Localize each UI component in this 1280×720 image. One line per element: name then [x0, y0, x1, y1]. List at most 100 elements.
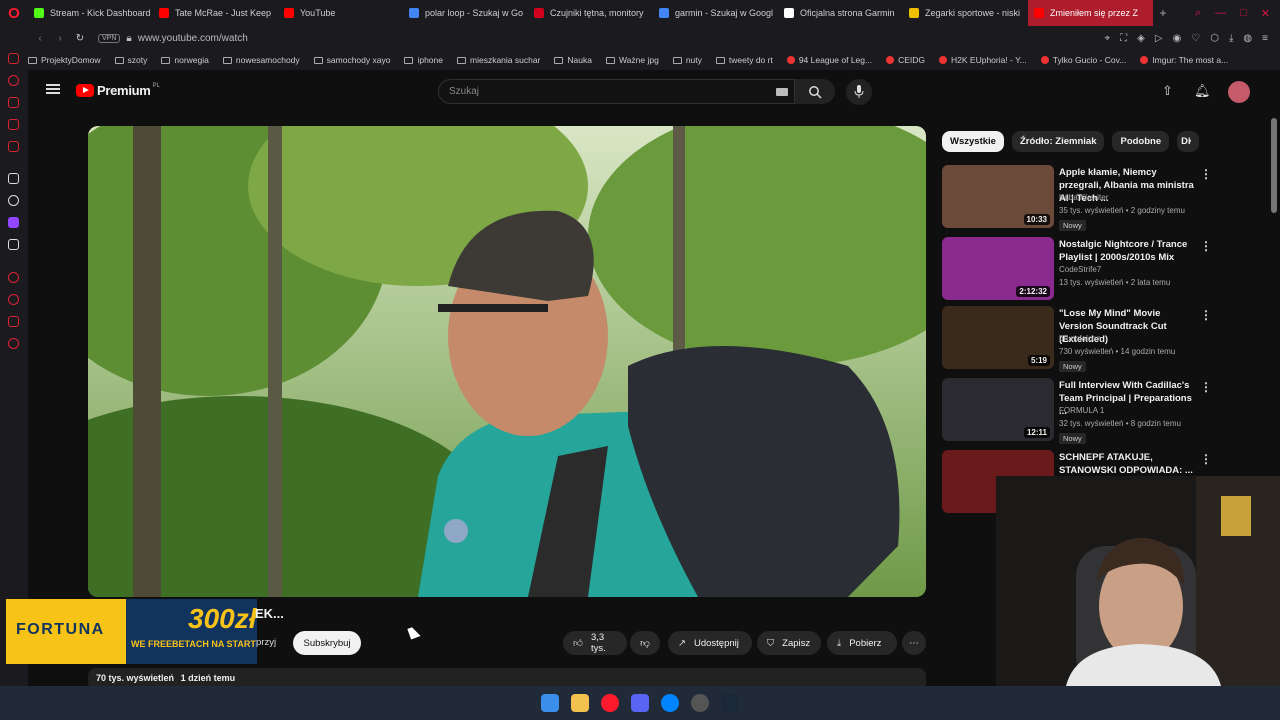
search-button[interactable] [795, 79, 835, 104]
sidebar-chat-icon[interactable] [8, 316, 19, 327]
menu-icon[interactable]: ≡ [1262, 33, 1268, 44]
chips-next-icon[interactable]: › [1188, 135, 1192, 147]
browser-tab[interactable]: Oficjalna strona Garmin [778, 0, 903, 26]
sidebar-chatgpt-icon[interactable] [8, 195, 19, 206]
bookmark-item[interactable]: Imgur: The most a... [1140, 55, 1228, 65]
youtube-logo[interactable]: Premium PL [76, 83, 160, 98]
bookmark-item[interactable]: norwegia [161, 55, 209, 65]
recommended-video[interactable]: 12:11 Full Interview With Cadillac's Team… [942, 378, 1212, 444]
account-avatar[interactable] [1228, 81, 1250, 103]
video-thumbnail[interactable]: 5:19 [942, 306, 1054, 369]
recommended-video[interactable]: 10:33 Apple kłamie, Niemcy przegrali, Alb… [942, 165, 1212, 231]
bookmark-item[interactable]: iphone [404, 55, 443, 65]
filter-chip[interactable]: Źródło: Ziemniak [1011, 131, 1105, 152]
file-explorer-icon[interactable] [571, 694, 589, 712]
sidebar-aria-icon[interactable] [8, 173, 19, 184]
camera-icon[interactable]: ◉ [1173, 33, 1182, 44]
bookmark-item[interactable]: 94 League of Leg... [786, 55, 872, 65]
bookmark-item[interactable]: tweety do rt [715, 55, 773, 65]
notifications-bell-icon[interactable]: 🔔︎ [1194, 83, 1211, 99]
browser-tab[interactable]: YouTube [278, 0, 403, 26]
browser-tab[interactable]: Zmieniłem się przez Z [1028, 0, 1153, 26]
browser-tab[interactable]: Czujniki tętna, monitory [528, 0, 653, 26]
keyboard-icon[interactable] [776, 88, 788, 96]
filter-chip[interactable]: Podobne [1112, 131, 1170, 152]
browser-tab[interactable]: polar loop - Szukaj w Go [403, 0, 528, 26]
more-options-icon[interactable]: ⋮ [1200, 452, 1212, 466]
bookmark-item[interactable]: H2K EUphoria! - Y... [939, 55, 1027, 65]
sidebar-x-icon[interactable] [8, 239, 19, 250]
bookmark-item[interactable]: nowesamochody [222, 55, 300, 65]
bookmark-item[interactable]: Ważne jpg [605, 55, 659, 65]
messenger-icon[interactable] [661, 694, 679, 712]
more-options-icon[interactable]: ⋮ [1200, 167, 1212, 181]
sidebar-twitch-icon[interactable] [8, 217, 19, 228]
bookmark-item[interactable]: Tylko Gucio - Cov... [1040, 55, 1126, 65]
more-options-icon[interactable]: ⋮ [1200, 239, 1212, 253]
recommended-video[interactable]: 5:19 "Lose My Mind" Movie Version Soundtr… [942, 306, 1212, 372]
page-scrollbar[interactable] [1271, 118, 1277, 213]
bookmark-item[interactable]: nuty [672, 55, 702, 65]
browser-tab[interactable]: Stream - Kick Dashboard [28, 0, 153, 26]
video-thumbnail[interactable]: 2:12:32 [942, 237, 1054, 300]
shield-icon[interactable]: ◈ [1137, 33, 1145, 44]
video-thumbnail[interactable]: 12:11 [942, 378, 1054, 441]
download-icon[interactable]: ⤓ [1229, 33, 1233, 44]
more-options-icon[interactable]: ⋮ [1200, 380, 1212, 394]
screenshot-icon[interactable]: ⛶ [1120, 33, 1127, 44]
new-tab-button[interactable]: + [1153, 6, 1173, 20]
share-button[interactable]: ↗ Udostępnij [668, 631, 752, 655]
more-options-icon[interactable]: ⋮ [1200, 308, 1212, 322]
sidebar-clock-icon[interactable] [8, 294, 19, 305]
start-icon[interactable] [541, 694, 559, 712]
browser-tab[interactable]: Tate McRae - Just Keep [153, 0, 278, 26]
player-icon[interactable]: ▷ [1155, 33, 1163, 44]
guide-menu-icon[interactable] [46, 84, 60, 94]
obs-icon[interactable] [691, 694, 709, 712]
profile-icon[interactable]: ◍ [1243, 33, 1252, 44]
dislike-button[interactable]: 👎︎ [630, 631, 660, 655]
voice-search-button[interactable] [846, 79, 872, 105]
forward-button[interactable]: › [52, 33, 68, 44]
like-button[interactable]: 👍︎ 3,3 tys. [563, 631, 627, 655]
extensions-icon[interactable]: ⬡ [1210, 33, 1219, 44]
steam-icon[interactable] [721, 694, 739, 712]
sidebar-mail-icon[interactable] [8, 141, 19, 152]
search-input[interactable]: Szukaj [438, 79, 795, 104]
sidebar-settings-icon[interactable] [8, 338, 19, 349]
reload-button[interactable]: ↻ [72, 33, 88, 44]
bookmark-item[interactable]: CEIDG [886, 55, 925, 65]
search-tabs-icon[interactable]: ⌕ [1195, 7, 1201, 20]
sidebar-player-icon[interactable] [8, 272, 19, 283]
minimize-button[interactable]: — [1215, 7, 1226, 19]
filter-chip[interactable]: Wszystkie [942, 131, 1004, 152]
bookmark-item[interactable]: mieszkania suchar [457, 55, 540, 65]
bookmark-item[interactable]: Nauka [554, 55, 592, 65]
discord-icon[interactable] [631, 694, 649, 712]
bookmark-item[interactable]: samochody xayo [313, 55, 390, 65]
bookmark-item[interactable]: szoty [114, 55, 147, 65]
heart-icon[interactable]: ♡ [1191, 33, 1200, 44]
back-button[interactable]: ‹ [32, 33, 48, 44]
download-button[interactable]: ⤓ Pobierz [827, 631, 897, 655]
fortuna-ad-banner[interactable]: FORTUNA 300zł WE FREEBETACH NA START [6, 599, 257, 664]
sidebar-messenger-icon[interactable] [8, 53, 19, 64]
close-window-button[interactable]: ✕ [1261, 7, 1270, 20]
url-field[interactable]: www.youtube.com/watch [138, 33, 248, 44]
browser-tab[interactable]: Zegarki sportowe - niski [903, 0, 1028, 26]
sidebar-bag-icon[interactable] [8, 97, 19, 108]
more-actions-button[interactable]: ⋯ [902, 631, 926, 655]
pin-icon[interactable]: ⌖ [1105, 33, 1111, 44]
opera-menu-icon[interactable]: O [0, 0, 28, 26]
save-button[interactable]: ⛉ Zapisz [757, 631, 821, 655]
video-player[interactable] [88, 126, 926, 597]
maximize-button[interactable]: □ [1240, 7, 1247, 19]
sidebar-history-icon[interactable] [8, 75, 19, 86]
sidebar-wallet-icon[interactable] [8, 119, 19, 130]
browser-tab[interactable]: garmin - Szukaj w Googl [653, 0, 778, 26]
bookmark-item[interactable]: ProjektyDomow [28, 55, 101, 65]
subscribe-button[interactable]: Subskrybuj [293, 631, 361, 655]
vpn-badge[interactable]: VPN [98, 33, 121, 43]
video-thumbnail[interactable]: 10:33 [942, 165, 1054, 228]
opera-taskbar-icon[interactable] [601, 694, 619, 712]
